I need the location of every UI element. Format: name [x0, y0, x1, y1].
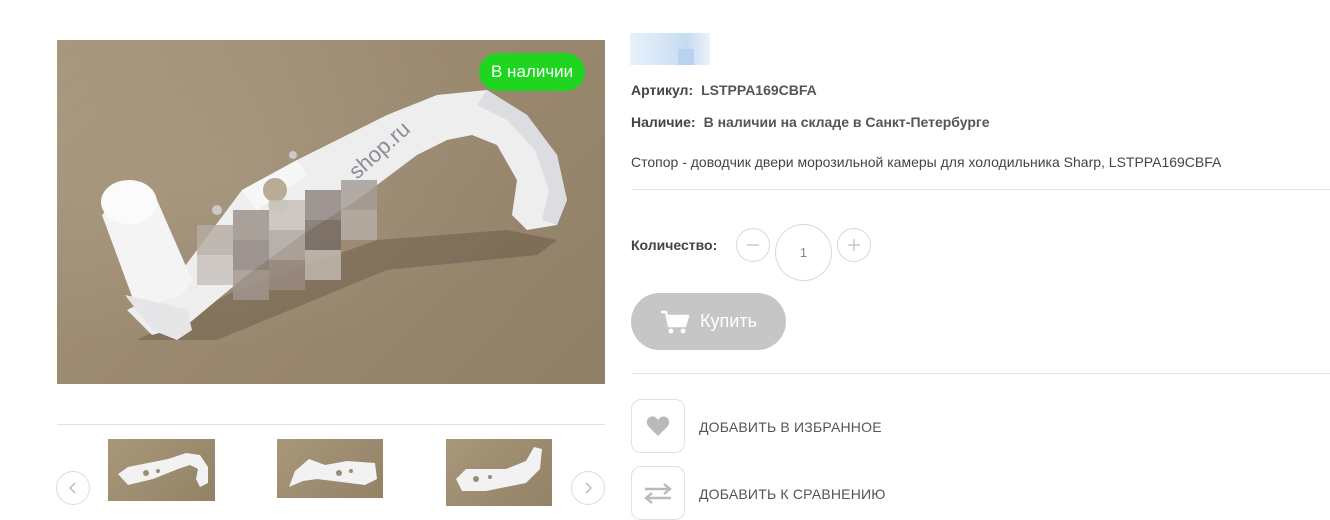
plus-icon — [848, 239, 860, 251]
product-description: Стопор - доводчик двери морозильной каме… — [631, 154, 1222, 170]
cart-icon — [661, 310, 690, 333]
add-to-compare-button[interactable] — [631, 466, 685, 520]
chevron-right-icon — [585, 482, 593, 494]
add-to-compare-label[interactable]: ДОБАВИТЬ К СРАВНЕНИЮ — [699, 486, 886, 502]
thumbnails-next-button[interactable] — [571, 471, 605, 505]
thumbnail-1[interactable] — [108, 439, 215, 501]
thumbnail-part-image — [289, 459, 377, 487]
sku-value: LSTPPA169CBFA — [701, 82, 817, 98]
thumbnail-2[interactable] — [277, 439, 383, 498]
compare-arrows-icon — [644, 483, 672, 504]
thumbnail-part-image — [456, 447, 542, 491]
chevron-left-icon — [68, 482, 76, 494]
product-part-illustration: shop.ru — [101, 90, 567, 340]
buy-button[interactable]: Купить — [631, 293, 786, 350]
thumbnail-3[interactable] — [446, 439, 552, 506]
quantity-label: Количество: — [631, 237, 718, 253]
main-product-photo[interactable]: shop.ru — [57, 40, 605, 384]
availability-row: Наличие: В наличии на складе в Санкт-Пете… — [631, 114, 990, 130]
sku-row: Артикул: LSTPPA169CBFA — [631, 82, 817, 98]
add-to-favorites-label[interactable]: ДОБАВИТЬ В ИЗБРАННОЕ — [699, 419, 882, 435]
availability-value: В наличии на складе в Санкт-Петербурге — [703, 114, 990, 130]
divider-bottom — [631, 373, 1330, 374]
in-stock-badge: В наличии — [479, 53, 586, 91]
thumbnails-prev-button[interactable] — [56, 471, 90, 505]
heart-icon — [646, 416, 670, 436]
minus-icon — [747, 244, 759, 246]
quantity-decrease-button[interactable] — [736, 228, 770, 262]
product-title-redacted — [630, 33, 710, 65]
add-to-favorites-button[interactable] — [631, 399, 685, 453]
availability-label: Наличие: — [631, 114, 696, 130]
thumbnail-part-image — [118, 453, 208, 487]
gallery-divider — [57, 424, 605, 425]
quantity-input[interactable] — [775, 224, 832, 281]
buy-button-label: Купить — [700, 311, 757, 331]
sku-label: Артикул: — [631, 82, 694, 98]
divider-top — [631, 189, 1330, 190]
quantity-increase-button[interactable] — [837, 228, 871, 262]
